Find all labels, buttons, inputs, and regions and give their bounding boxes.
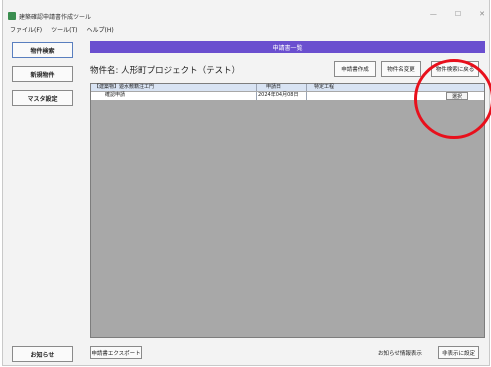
notice-display-label: お知らせ情報表示: [378, 351, 422, 357]
highlight-circle: [414, 59, 491, 139]
menu-tools[interactable]: ツール(T): [51, 25, 77, 34]
title-bar: 建築確認申請書作成ツール — ☐ ✕: [3, 8, 489, 24]
column-header-name: 【建築物】遊水敷籍注工門: [94, 84, 155, 90]
row-date: 2024年04月08日: [258, 92, 299, 98]
sidebar-item-new[interactable]: 新規物件: [12, 66, 73, 82]
project-name: 物件名: 人形町プロジェクト（テスト）: [90, 66, 241, 76]
page-header: 申請書一覧: [90, 41, 485, 53]
window-controls: — ☐ ✕: [430, 10, 485, 18]
rename-project-button[interactable]: 物件名変更: [381, 61, 421, 77]
close-button[interactable]: ✕: [479, 10, 485, 18]
create-application-button[interactable]: 申請書作成: [334, 61, 376, 77]
export-button[interactable]: 申請書エクスポート: [90, 346, 142, 359]
sidebar-item-search[interactable]: 物件検索: [12, 42, 73, 58]
app-icon: [8, 12, 16, 20]
minimize-button[interactable]: —: [430, 10, 437, 18]
menu-file[interactable]: ファイル(F): [10, 25, 42, 34]
menu-bar: ファイル(F) ツール(T) ヘルプ(H): [3, 24, 489, 35]
column-header-process: 特定工程: [314, 84, 335, 90]
sidebar-item-notice[interactable]: お知らせ: [12, 346, 73, 362]
row-name: 確認申請: [105, 92, 126, 98]
maximize-button[interactable]: ☐: [455, 10, 461, 18]
column-header-date: 申請日: [266, 84, 282, 90]
menu-help[interactable]: ヘルプ(H): [87, 25, 114, 34]
hide-settings-button[interactable]: 非表示に設定: [438, 346, 479, 359]
window-title: 建築確認申請書作成ツール: [19, 13, 92, 21]
sidebar-item-master[interactable]: マスタ設定: [12, 90, 73, 106]
